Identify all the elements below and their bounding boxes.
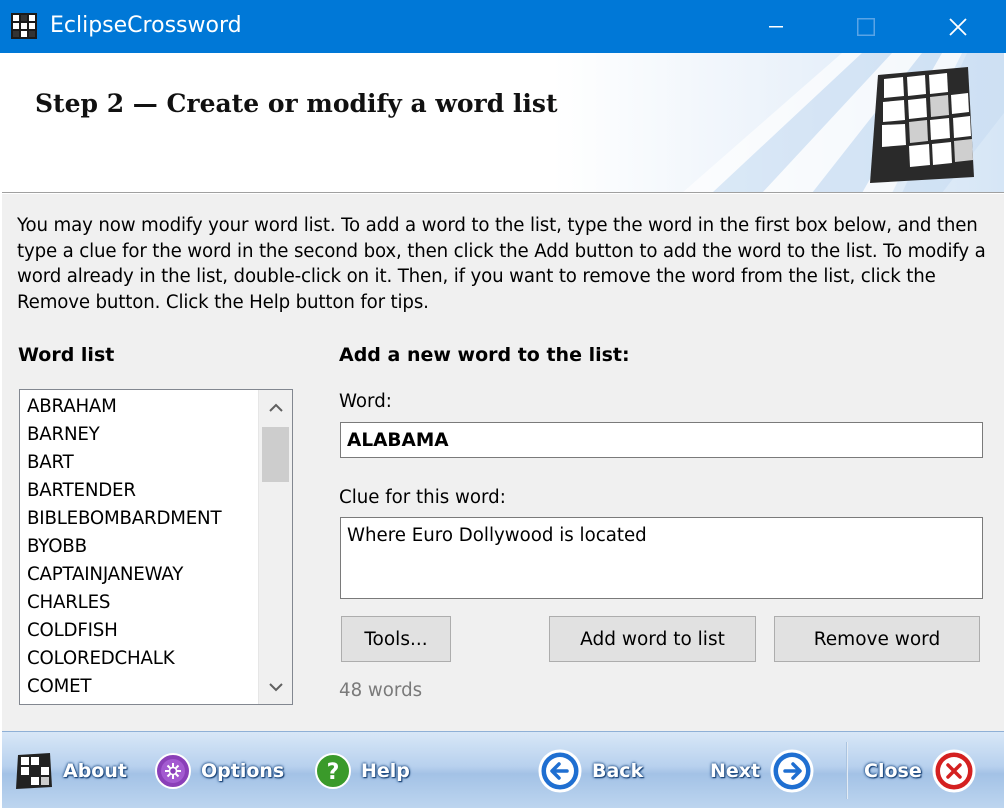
bottom-toolbar: About Options ? Help Back Next Close xyxy=(2,731,1004,808)
back-label: Back xyxy=(592,759,644,782)
options-icon xyxy=(155,752,191,789)
scroll-down-button[interactable] xyxy=(259,670,292,704)
intro-text: You may now modify your word list. To ad… xyxy=(17,215,986,313)
clue-label: Clue for this word: xyxy=(339,487,506,508)
clue-input[interactable]: Where Euro Dollywood is located xyxy=(340,517,983,599)
list-scrollbar[interactable] xyxy=(258,390,292,704)
word-listbox[interactable]: ABRAHAM BARNEY BART BARTENDER BIBLEBOMBA… xyxy=(19,389,293,705)
step-banner: Step 2 — Create or modify a word list xyxy=(2,53,1004,193)
list-item[interactable]: COLDFISH xyxy=(20,617,256,645)
close-window-button[interactable] xyxy=(928,0,988,53)
word-list-items: ABRAHAM BARNEY BART BARTENDER BIBLEBOMBA… xyxy=(20,393,256,701)
chevron-down-icon xyxy=(268,682,283,691)
close-icon xyxy=(949,17,967,36)
maximize-icon xyxy=(857,17,875,36)
list-item[interactable]: CAPTAINJANEWAY xyxy=(20,561,256,589)
options-button[interactable]: Options xyxy=(154,732,284,809)
word-list-heading: Word list xyxy=(18,344,115,366)
list-item[interactable]: BART xyxy=(20,449,256,477)
add-word-button[interactable]: Add word to list xyxy=(549,616,756,662)
close-circle-icon xyxy=(932,749,976,792)
next-button[interactable]: Next xyxy=(710,732,815,809)
scroll-thumb[interactable] xyxy=(262,427,289,482)
crossword-about-icon xyxy=(16,752,52,789)
next-label: Next xyxy=(710,759,761,782)
word-label: Word: xyxy=(339,391,392,412)
about-label: About xyxy=(63,759,127,782)
word-count: 48 words xyxy=(339,680,423,701)
help-button[interactable]: ? Help xyxy=(314,732,410,809)
svg-text:?: ? xyxy=(327,760,340,785)
step-title: Step 2 — Create or modify a word list xyxy=(35,89,558,118)
list-item[interactable]: CHARLES xyxy=(20,589,256,617)
dialog-body: You may now modify your word list. To ad… xyxy=(2,194,1004,731)
chevron-up-icon xyxy=(268,403,283,412)
list-item[interactable]: BARNEY xyxy=(20,421,256,449)
scroll-up-button[interactable] xyxy=(259,390,292,424)
add-word-heading: Add a new word to the list: xyxy=(339,344,630,366)
word-input[interactable] xyxy=(340,422,983,458)
title-bar: EclipseCrossword xyxy=(0,0,1006,53)
list-item[interactable]: ABRAHAM xyxy=(20,393,256,421)
minimize-icon xyxy=(769,25,783,27)
tools-button[interactable]: Tools... xyxy=(341,616,451,662)
list-item[interactable]: COMET xyxy=(20,673,256,701)
app-crossword-icon xyxy=(11,13,37,39)
close-button[interactable]: Close xyxy=(864,732,977,809)
next-arrow-icon xyxy=(770,749,814,792)
toolbar-divider xyxy=(846,742,848,799)
list-item[interactable]: BIBLEBOMBARDMENT xyxy=(20,505,256,533)
back-button[interactable]: Back xyxy=(537,732,643,809)
help-icon: ? xyxy=(315,752,351,789)
list-item[interactable]: COLOREDCHALK xyxy=(20,645,256,673)
back-arrow-icon xyxy=(538,749,582,792)
options-label: Options xyxy=(201,759,285,782)
maximize-button[interactable] xyxy=(836,0,896,53)
about-button[interactable]: About xyxy=(14,732,127,809)
help-label: Help xyxy=(361,759,410,782)
window-title: EclipseCrossword xyxy=(50,13,242,38)
remove-word-button[interactable]: Remove word xyxy=(774,616,980,662)
close-label: Close xyxy=(864,759,922,782)
list-item[interactable]: BARTENDER xyxy=(20,477,256,505)
crossword-grid-logo xyxy=(870,67,974,183)
minimize-button[interactable] xyxy=(746,0,806,53)
list-item[interactable]: BYOBB xyxy=(20,533,256,561)
